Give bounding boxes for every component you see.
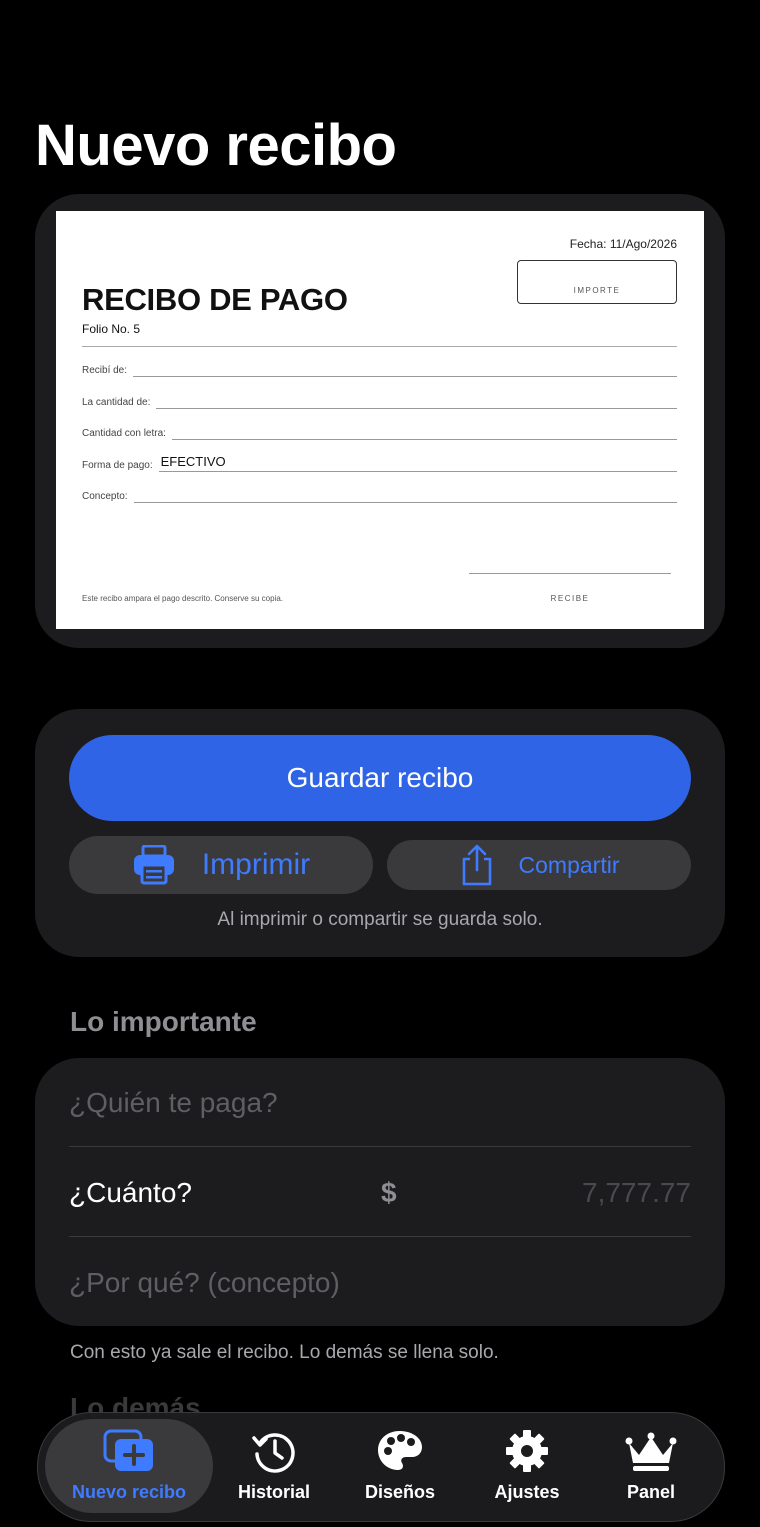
importe-box: IMPORTE (517, 260, 677, 304)
receipt-row-line (133, 486, 677, 503)
gear-icon (505, 1429, 549, 1478)
receipt-row-concept: Concepto: (82, 483, 677, 503)
currency-symbol: $ (381, 1177, 397, 1208)
form-note: Con esto ya sale el recibo. Lo demás se … (70, 1342, 499, 1363)
palette-icon (376, 1429, 424, 1478)
payer-input[interactable]: ¿Quién te paga? (69, 1087, 278, 1119)
importe-label: IMPORTE (573, 286, 621, 295)
receipt-row-label: Concepto: (82, 491, 128, 502)
divider (69, 1236, 691, 1237)
receipt-row-label: La cantidad de: (82, 397, 151, 408)
tab-history[interactable]: Historial (212, 1419, 336, 1513)
tab-settings[interactable]: Ajustes (465, 1419, 589, 1513)
receipt-row-line (156, 392, 677, 409)
save-receipt-button[interactable]: Guardar recibo (69, 735, 691, 821)
section-title-important: Lo importante (70, 1006, 257, 1037)
divider (69, 1146, 691, 1147)
receipt-row-payment-method: Forma de pago: EFECTIVO (82, 452, 677, 472)
amount-label: ¿Cuánto? (69, 1177, 192, 1208)
concept-input[interactable]: ¿Por qué? (concepto) (69, 1267, 340, 1299)
history-icon (251, 1429, 297, 1478)
signature-line (469, 573, 671, 574)
important-form-card: ¿Quién te paga? ¿Cuánto? $ 7,777.77 ¿Por… (35, 1058, 725, 1326)
share-label: Compartir (518, 851, 620, 878)
tab-label: Panel (626, 1482, 676, 1502)
receipt-row-label: Cantidad con letra: (82, 428, 166, 439)
amount-field[interactable]: ¿Cuánto? $ 7,777.77 (69, 1149, 691, 1237)
receipt-folio: Folio No. 5 (82, 322, 141, 336)
receipt-row-line (133, 360, 677, 377)
receipt-row-received-from: Recibí de: (82, 357, 677, 377)
tab-label: Nuevo recibo (71, 1482, 187, 1502)
print-button[interactable]: Imprimir (69, 836, 373, 894)
printer-icon (132, 845, 176, 885)
receipt-row-label: Forma de pago: (82, 460, 153, 471)
crown-icon (625, 1431, 677, 1478)
actions-hint: Al imprimir o compartir se guarda solo. (217, 909, 543, 930)
receipt-preview-card[interactable]: Fecha: 11/Ago/2026 IMPORTE RECIBO DE PAG… (35, 194, 725, 648)
receipt-footer-note: Este recibo ampara el pago descrito. Con… (82, 594, 283, 603)
tab-label: Ajustes (494, 1482, 560, 1502)
receipt-title: RECIBO DE PAGO (82, 282, 348, 317)
actions-card: Guardar recibo Imprimir Compartir Al imp… (35, 709, 725, 957)
share-icon (459, 843, 495, 887)
tab-panel[interactable]: Panel (589, 1419, 713, 1513)
receipt-row-amount-words: Cantidad con letra: (82, 420, 677, 440)
tab-label: Diseños (364, 1482, 436, 1502)
receipt-row-label: Recibí de: (82, 365, 128, 376)
new-receipt-icon (103, 1429, 155, 1478)
tab-designs[interactable]: Diseños (338, 1419, 462, 1513)
receipt-row-line: EFECTIVO (158, 454, 677, 472)
payer-field[interactable]: ¿Quién te paga? (69, 1059, 691, 1147)
concept-field[interactable]: ¿Por qué? (concepto) (69, 1239, 691, 1327)
page-title: Nuevo recibo (35, 113, 397, 178)
receipt-paper: Fecha: 11/Ago/2026 IMPORTE RECIBO DE PAG… (56, 211, 704, 629)
tab-bar: Nuevo recibo Historial Diseños Ajustes P… (37, 1412, 725, 1522)
receipt-divider (82, 346, 677, 347)
receipt-row-value: EFECTIVO (160, 454, 226, 469)
signature-label: RECIBE (550, 594, 590, 603)
receipt-row-line (171, 423, 677, 440)
receipt-date: Fecha: 11/Ago/2026 (569, 237, 677, 251)
share-button[interactable]: Compartir (387, 840, 691, 890)
print-label: Imprimir (201, 848, 311, 881)
tab-new-receipt[interactable]: Nuevo recibo (45, 1419, 213, 1513)
amount-input[interactable]: 7,777.77 (582, 1177, 691, 1209)
receipt-row-amount: La cantidad de: (82, 389, 677, 409)
tab-label: Historial (237, 1482, 311, 1502)
